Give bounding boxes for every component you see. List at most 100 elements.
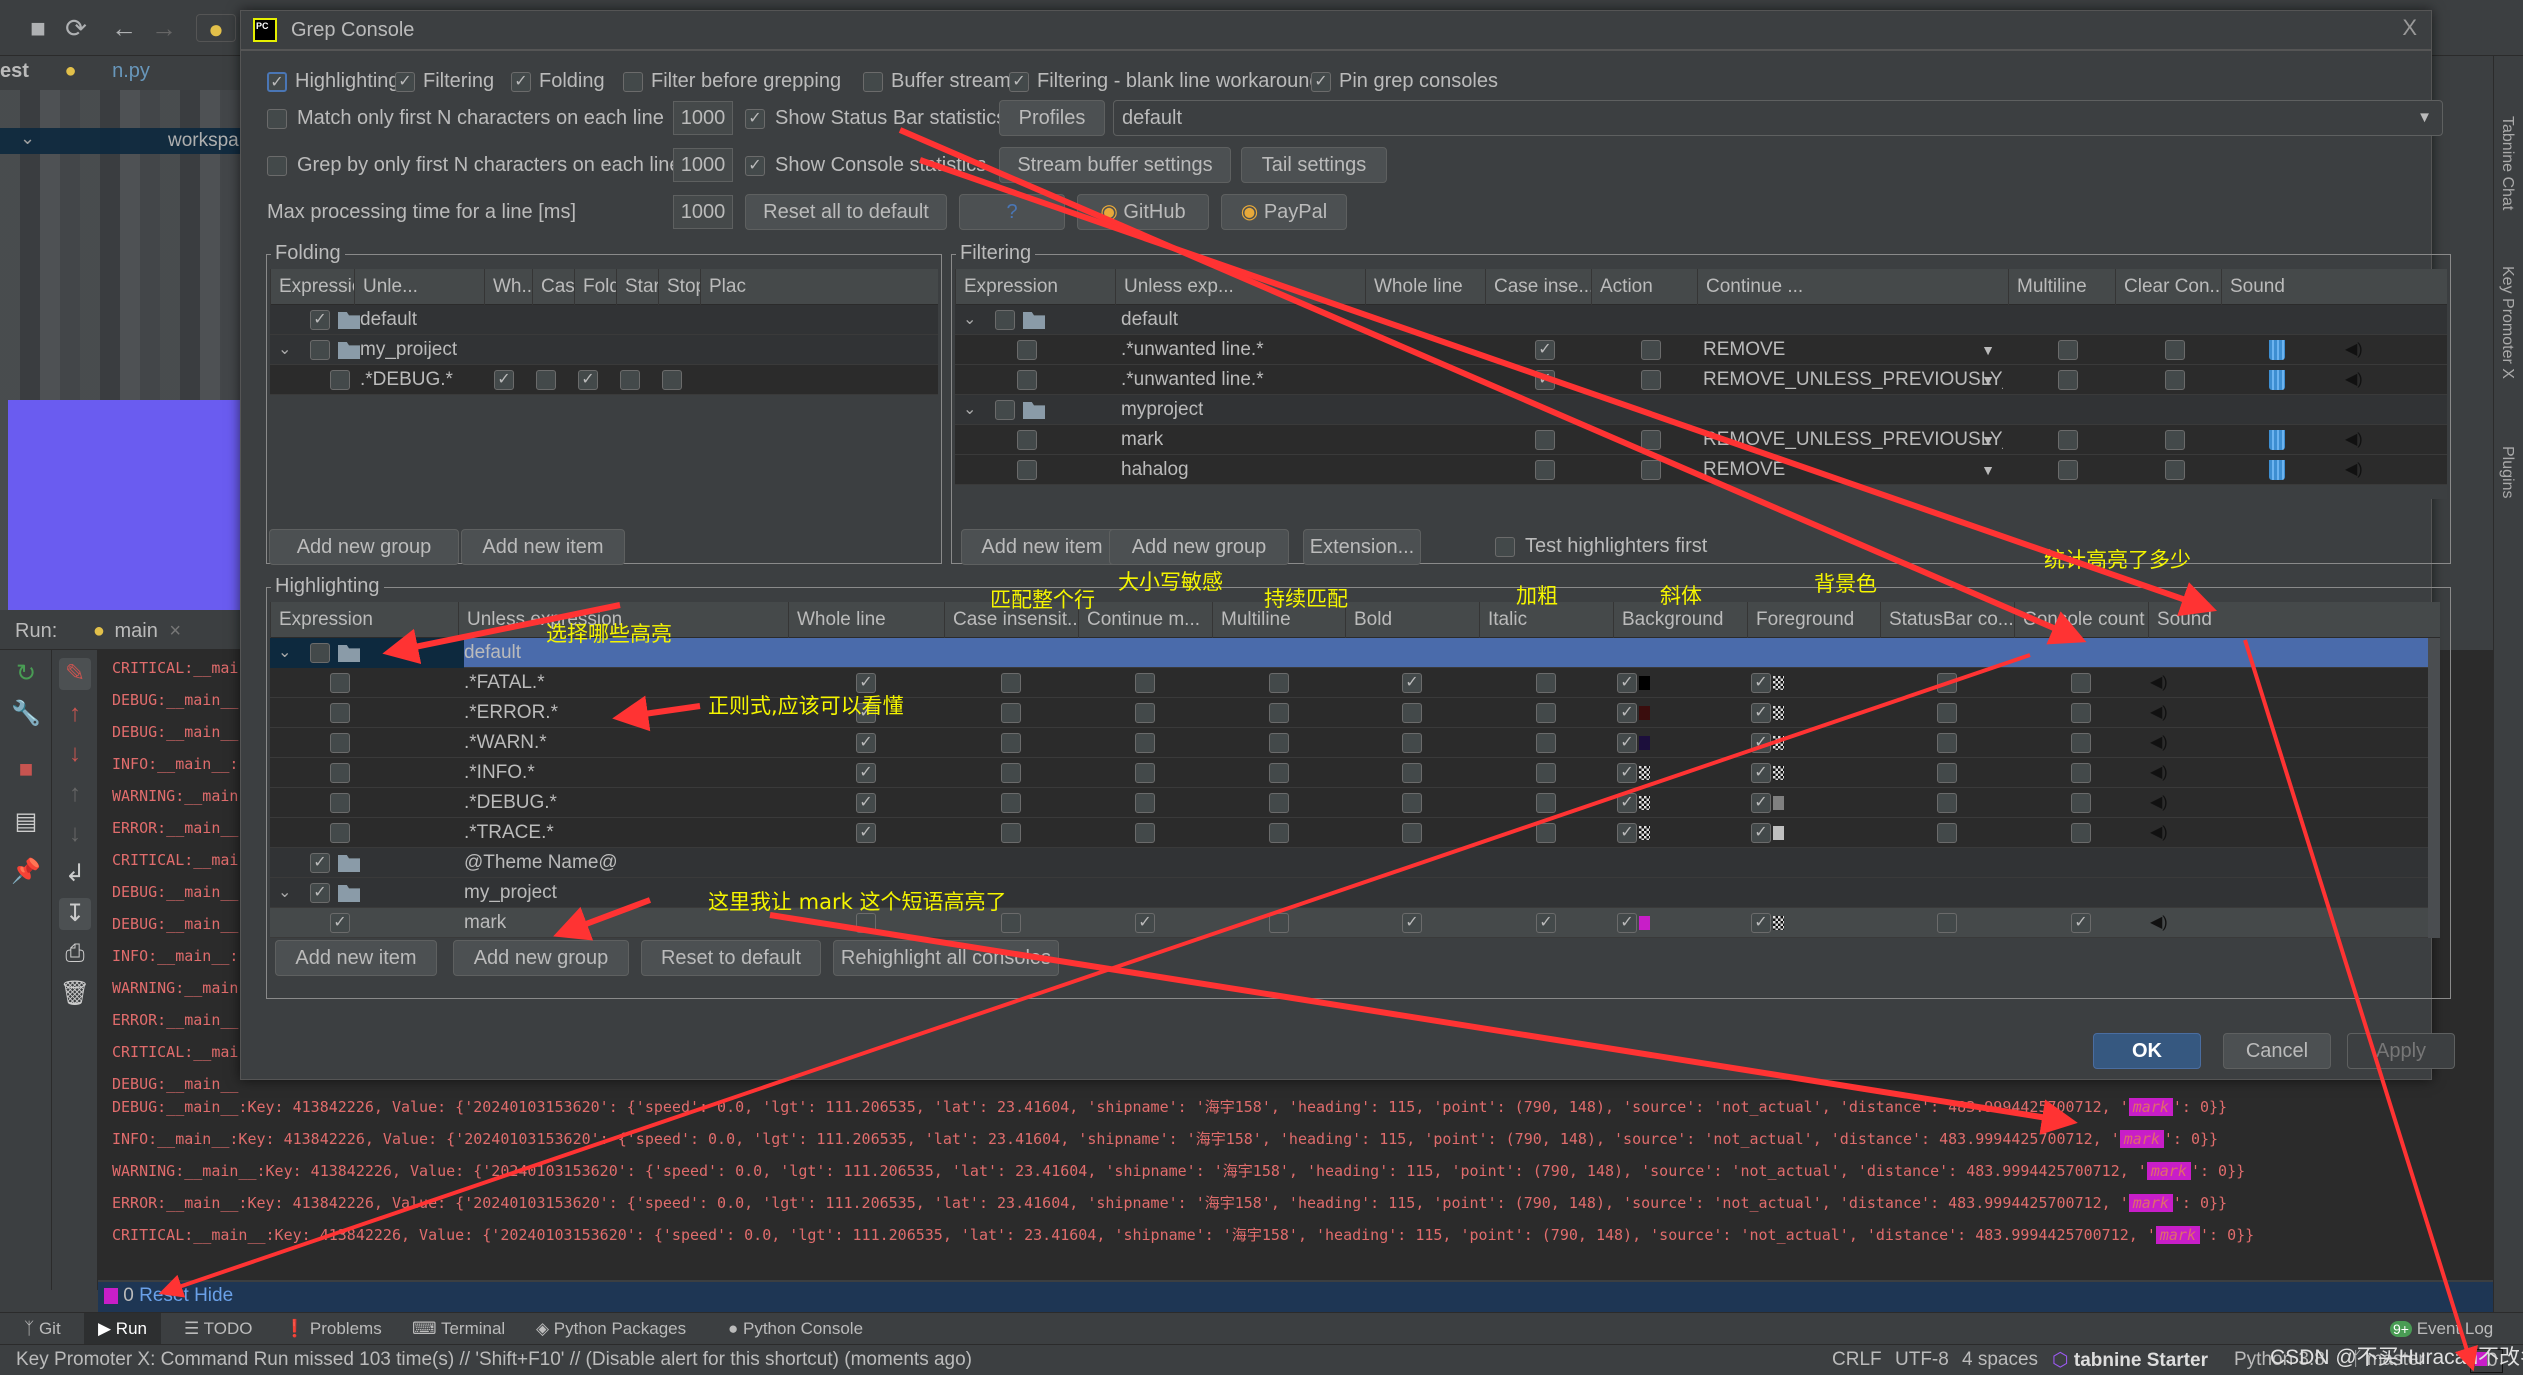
- close-tab-icon[interactable]: ×: [169, 620, 181, 642]
- hide-link[interactable]: Hide: [194, 1285, 233, 1306]
- case-checkbox[interactable]: [1001, 793, 1021, 813]
- option-checkbox-2[interactable]: [511, 72, 531, 92]
- multiline-checkbox[interactable]: [2165, 370, 2185, 390]
- multi-checkbox[interactable]: [1268, 823, 1289, 843]
- case-checkbox[interactable]: [536, 370, 556, 390]
- highlighting-add-new-group-button[interactable]: Add new group: [453, 940, 629, 976]
- column-header[interactable]: Console count: [2014, 602, 2148, 638]
- item-enabled-checkbox[interactable]: [330, 913, 350, 933]
- console-count-checkbox[interactable]: [2071, 763, 2091, 783]
- expression-cell[interactable]: .*FATAL.*: [464, 668, 545, 698]
- table-row[interactable]: .*WARN.* ◀): [270, 728, 2440, 758]
- group-enabled-checkbox[interactable]: [995, 310, 1015, 330]
- table-scrollbar[interactable]: [2428, 638, 2440, 938]
- expression-cell[interactable]: hahalog: [1121, 455, 1189, 485]
- table-row[interactable]: .*unwanted line.* REMOVE_UNLESS_PREVIOUSL…: [955, 365, 2447, 395]
- trash-icon[interactable]: 🗑: [59, 978, 91, 1010]
- multi-checkbox[interactable]: [1268, 673, 1289, 693]
- layout-icon[interactable]: ▤: [10, 806, 42, 838]
- foreground-color-swatch[interactable]: [1773, 916, 1784, 930]
- console-count-checkbox[interactable]: [2071, 703, 2091, 723]
- print-icon[interactable]: ⎙: [59, 938, 91, 970]
- column-header[interactable]: Unle...: [354, 269, 484, 305]
- whole-checkbox[interactable]: [856, 793, 876, 813]
- cancel-button[interactable]: Cancel: [2223, 1033, 2331, 1069]
- stream-buffer-settings-button[interactable]: Stream buffer settings: [999, 147, 1231, 183]
- background-checkbox[interactable]: [1617, 913, 1637, 933]
- option-checkbox-6[interactable]: [1311, 72, 1331, 92]
- bold-checkbox[interactable]: [1402, 673, 1422, 693]
- item-enabled-checkbox[interactable]: [330, 733, 350, 753]
- sync-icon[interactable]: ⟳: [62, 14, 90, 42]
- column-header[interactable]: Bold: [1345, 602, 1479, 638]
- case-checkbox[interactable]: [1001, 823, 1021, 843]
- sound-icon[interactable]: ◀): [2345, 335, 2363, 365]
- background-color-swatch[interactable]: [1639, 796, 1650, 810]
- table-row[interactable]: .*unwanted line.* REMOVE ▼ ◀): [955, 335, 2447, 365]
- whole-line-checkbox[interactable]: [1535, 340, 1555, 360]
- whole-line-checkbox[interactable]: [494, 370, 514, 390]
- project-tree-selected-row[interactable]: ⌄ workspa: [0, 128, 240, 154]
- italic-checkbox[interactable]: [1536, 763, 1556, 783]
- background-color-swatch[interactable]: [1639, 916, 1650, 930]
- column-header[interactable]: Clear Con...: [2115, 269, 2221, 305]
- column-header[interactable]: Continue m...: [1078, 602, 1212, 638]
- statusbar-count-checkbox[interactable]: [1937, 673, 1957, 693]
- column-header[interactable]: Multiline: [2008, 269, 2115, 305]
- console-count-checkbox[interactable]: [2071, 673, 2091, 693]
- expression-cell[interactable]: .*ERROR.*: [464, 698, 558, 728]
- statusbar-count-checkbox[interactable]: [1937, 793, 1957, 813]
- breadcrumb-file[interactable]: n.py: [112, 60, 150, 82]
- background-checkbox[interactable]: [1617, 703, 1637, 723]
- column-header[interactable]: Fold: [574, 269, 616, 305]
- clear-console-icon[interactable]: [2269, 340, 2285, 360]
- tabnine-chat-tab[interactable]: Tabnine Chat: [2498, 116, 2516, 210]
- tab-python-packages[interactable]: ◈ Python Packages: [536, 1319, 686, 1339]
- file-encoding[interactable]: UTF-8: [1895, 1349, 1949, 1371]
- statusbar-count-checkbox[interactable]: [1937, 823, 1957, 843]
- whole-line-checkbox[interactable]: [1535, 430, 1555, 450]
- tabnine-status[interactable]: ⬡ tabnine Starter: [2052, 1349, 2208, 1372]
- group-row[interactable]: ⌄ myproject: [955, 395, 2447, 425]
- column-header[interactable]: Action: [1591, 269, 1697, 305]
- column-header[interactable]: Expression: [270, 269, 354, 305]
- italic-checkbox[interactable]: [1536, 793, 1556, 813]
- console-count-checkbox[interactable]: [2071, 913, 2091, 933]
- expression-cell[interactable]: .*INFO.*: [464, 758, 535, 788]
- statusbar-count-checkbox[interactable]: [1937, 733, 1957, 753]
- bold-checkbox[interactable]: [1402, 703, 1422, 723]
- case-checkbox[interactable]: [1001, 703, 1021, 723]
- clear-console-icon[interactable]: [2269, 430, 2285, 450]
- column-header[interactable]: Start: [616, 269, 658, 305]
- grep-first-n-checkbox[interactable]: [267, 156, 287, 176]
- group-row[interactable]: ⌄ my_proiject: [270, 335, 938, 365]
- tail-settings-button[interactable]: Tail settings: [1241, 147, 1387, 183]
- cont-checkbox[interactable]: [1135, 763, 1155, 783]
- foreground-color-swatch[interactable]: [1773, 826, 1784, 840]
- group-enabled-checkbox[interactable]: [310, 310, 330, 330]
- background-color-swatch[interactable]: [1639, 826, 1650, 840]
- column-header[interactable]: Case inse...: [1485, 269, 1591, 305]
- expression-cell[interactable]: .*DEBUG.*: [360, 365, 453, 395]
- option-checkbox-5[interactable]: [1009, 72, 1029, 92]
- console-count-checkbox[interactable]: [2071, 733, 2091, 753]
- help-button[interactable]: ?: [959, 194, 1065, 230]
- expression-cell[interactable]: mark: [1121, 425, 1163, 455]
- grep-highlight-icon[interactable]: ✎: [59, 658, 91, 690]
- show-status-bar-stats-checkbox[interactable]: [745, 109, 765, 129]
- whole-checkbox[interactable]: [856, 913, 876, 933]
- sound-icon[interactable]: ◀): [2150, 818, 2168, 848]
- forward-arrow-icon[interactable]: →: [150, 14, 178, 42]
- column-header[interactable]: Placeh...: [700, 269, 746, 305]
- stop-checkbox[interactable]: [662, 370, 682, 390]
- foreground-checkbox[interactable]: [1751, 793, 1771, 813]
- continue-checkbox[interactable]: [2058, 460, 2078, 480]
- column-header[interactable]: Continue ...: [1697, 269, 2008, 305]
- sound-icon[interactable]: ◀): [2150, 728, 2168, 758]
- chevron-down-icon[interactable]: ⌄: [963, 395, 976, 425]
- tab-python-console[interactable]: ● Python Console: [728, 1319, 863, 1339]
- multi-checkbox[interactable]: [1268, 913, 1289, 933]
- multiline-checkbox[interactable]: [2165, 430, 2185, 450]
- foreground-checkbox[interactable]: [1751, 823, 1771, 843]
- multi-checkbox[interactable]: [1268, 763, 1289, 783]
